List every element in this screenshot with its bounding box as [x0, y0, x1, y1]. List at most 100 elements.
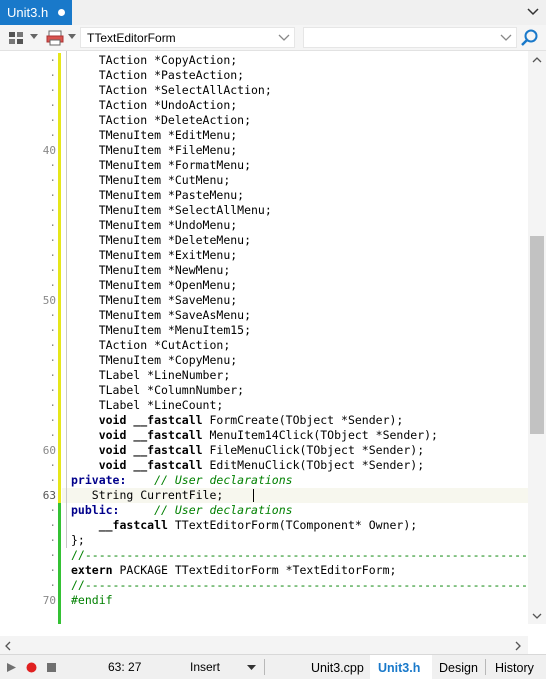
view-tab-design[interactable]: Design: [431, 655, 486, 680]
code-line[interactable]: · TMenuItem *SelectAllMenu;: [0, 203, 528, 218]
mode-dropdown-icon[interactable]: [247, 665, 256, 671]
code-line[interactable]: · TMenuItem *NewMenu;: [0, 263, 528, 278]
modified-dot-icon[interactable]: [58, 9, 66, 16]
code-token: TAction *UndoAction;: [71, 98, 238, 112]
code-editor[interactable]: · TAction *CopyAction; · TAction *PasteAc…: [0, 51, 528, 624]
view-tab-history[interactable]: History: [487, 655, 542, 680]
code-line[interactable]: · TMenuItem *EditMenu;: [0, 128, 528, 143]
line-number: ·: [49, 99, 56, 112]
code-line[interactable]: · //-------------------------------------…: [0, 548, 528, 563]
record-icon[interactable]: [26, 662, 37, 673]
code-line[interactable]: · TAction *DeleteAction;: [0, 113, 528, 128]
code-line[interactable]: · TLabel *ColumnNumber;: [0, 383, 528, 398]
play-icon[interactable]: [6, 662, 17, 673]
stop-icon[interactable]: [46, 662, 57, 673]
code-text: TAction *CopyAction;: [71, 53, 237, 68]
code-line[interactable]: 40 TMenuItem *FileMenu;: [0, 143, 528, 158]
code-line[interactable]: · private: // User declarations: [0, 473, 528, 488]
code-token: PACKAGE TTextEditorForm *TextEditorForm;: [112, 563, 397, 577]
code-line[interactable]: · void __fastcall FormCreate(TObject *Se…: [0, 413, 528, 428]
vertical-scrollbar[interactable]: [528, 51, 546, 624]
fold-indicator: [66, 51, 67, 548]
code-token: TAction *PasteAction;: [71, 68, 245, 82]
code-text: void __fastcall MenuItem14Click(TObject …: [71, 428, 438, 443]
code-line[interactable]: · TAction *SelectAllAction;: [0, 83, 528, 98]
chevron-down-icon[interactable]: [526, 5, 540, 19]
text-caret: [253, 489, 254, 502]
code-text: TLabel *LineNumber;: [71, 368, 231, 383]
code-line[interactable]: · TMenuItem *DeleteMenu;: [0, 233, 528, 248]
code-line[interactable]: · TAction *CopyAction;: [0, 53, 528, 68]
code-line[interactable]: · TMenuItem *OpenMenu;: [0, 278, 528, 293]
code-token: TLabel *LineNumber;: [71, 368, 231, 382]
modified-lines-bar: [58, 53, 61, 503]
code-token: TMenuItem *SelectAllMenu;: [71, 203, 272, 217]
code-token: extern: [71, 563, 113, 577]
code-line[interactable]: ·};: [0, 533, 528, 548]
member-selector-combo[interactable]: [303, 27, 517, 48]
code-line[interactable]: · TMenuItem *PasteMenu;: [0, 188, 528, 203]
code-line[interactable]: · TMenuItem *UndoMenu;: [0, 218, 528, 233]
code-text: void __fastcall EditMenuClick(TObject *S…: [71, 458, 424, 473]
code-line[interactable]: · TAction *UndoAction;: [0, 98, 528, 113]
code-text: TMenuItem *SaveMenu;: [71, 293, 237, 308]
code-line[interactable]: · TMenuItem *CutMenu;: [0, 173, 528, 188]
code-line[interactable]: · __fastcall TTextEditorForm(TComponent*…: [0, 518, 528, 533]
structure-view-icon[interactable]: [8, 30, 26, 46]
code-line[interactable]: · void __fastcall EditMenuClick(TObject …: [0, 458, 528, 473]
chevron-down-icon[interactable]: [500, 33, 512, 43]
code-line[interactable]: · TMenuItem *CopyMenu;: [0, 353, 528, 368]
code-token: // User declarations: [154, 473, 293, 487]
scroll-left-icon[interactable]: [4, 641, 11, 651]
code-text: TMenuItem *DeleteMenu;: [71, 233, 251, 248]
code-token: TMenuItem *NewMenu;: [71, 263, 231, 277]
code-token: void __fastcall: [98, 458, 203, 472]
view-tab-unit3-h[interactable]: Unit3.h: [370, 655, 432, 680]
code-line[interactable]: · //-------------------------------------…: [0, 578, 528, 593]
code-token: TMenuItem *CutMenu;: [71, 173, 231, 187]
code-text: TAction *CutAction;: [71, 338, 231, 353]
code-line[interactable]: · TMenuItem *SaveAsMenu;: [0, 308, 528, 323]
dropdown-arrow-icon[interactable]: [30, 34, 38, 40]
search-icon[interactable]: [520, 28, 540, 48]
code-line[interactable]: 50 TMenuItem *SaveMenu;: [0, 293, 528, 308]
chevron-down-icon[interactable]: [278, 33, 290, 43]
line-number: 63: [42, 489, 56, 502]
vertical-scroll-thumb[interactable]: [530, 236, 544, 434]
code-line[interactable]: · TMenuItem *MenuItem15;: [0, 323, 528, 338]
insert-mode[interactable]: Insert: [190, 660, 220, 674]
code-line[interactable]: · TAction *PasteAction;: [0, 68, 528, 83]
scroll-down-icon[interactable]: [532, 613, 542, 620]
code-line[interactable]: · TLabel *LineCount;: [0, 398, 528, 413]
scroll-right-icon[interactable]: [515, 641, 522, 651]
file-tab-unit3-h[interactable]: Unit3.h: [0, 0, 72, 25]
code-line[interactable]: · TMenuItem *FormatMenu;: [0, 158, 528, 173]
code-line[interactable]: · TAction *CutAction;: [0, 338, 528, 353]
code-line[interactable]: 63 String CurrentFile;: [0, 488, 528, 503]
line-number: ·: [49, 414, 56, 427]
dropdown-arrow-icon[interactable]: [68, 34, 76, 40]
code-line[interactable]: · TLabel *LineNumber;: [0, 368, 528, 383]
code-token: TMenuItem *ExitMenu;: [71, 248, 238, 262]
line-number: ·: [49, 84, 56, 97]
code-line[interactable]: · void __fastcall MenuItem14Click(TObjec…: [0, 428, 528, 443]
code-text: #endif: [71, 593, 113, 608]
code-line[interactable]: 60 void __fastcall FileMenuClick(TObject…: [0, 443, 528, 458]
horizontal-scrollbar[interactable]: [0, 636, 528, 654]
code-line[interactable]: · TMenuItem *ExitMenu;: [0, 248, 528, 263]
class-selector-combo[interactable]: TTextEditorForm: [80, 27, 295, 48]
code-text: __fastcall TTextEditorForm(TComponent* O…: [71, 518, 418, 533]
line-number: ·: [49, 69, 56, 82]
code-token: #endif: [71, 593, 113, 607]
code-line[interactable]: · public: // User declarations: [0, 503, 528, 518]
code-line[interactable]: · extern PACKAGE TTextEditorForm *TextEdi…: [0, 563, 528, 578]
view-tab-unit3-cpp[interactable]: Unit3.cpp: [303, 655, 372, 680]
code-text: //--------------------------------------…: [71, 548, 528, 563]
line-number: ·: [49, 564, 56, 577]
print-icon[interactable]: [46, 30, 64, 46]
code-line[interactable]: 70 #endif: [0, 593, 528, 608]
scroll-up-icon[interactable]: [532, 56, 542, 63]
